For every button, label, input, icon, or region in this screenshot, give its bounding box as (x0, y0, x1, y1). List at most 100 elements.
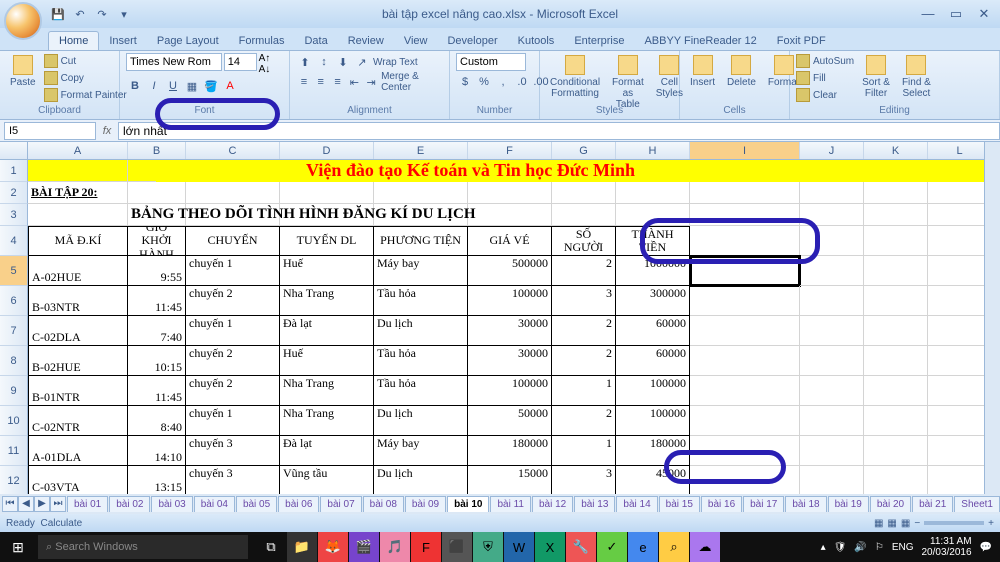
insert-cells-button[interactable]: Insert (686, 53, 719, 90)
cell[interactable] (800, 436, 864, 466)
zoom-out-icon[interactable]: − (914, 518, 920, 529)
taskbar-app-icon[interactable]: 📁 (287, 532, 317, 562)
cell[interactable]: 1 (552, 376, 616, 406)
cell[interactable] (928, 286, 992, 316)
notifications-icon[interactable]: 💬 (980, 542, 992, 553)
cell[interactable] (864, 346, 928, 376)
taskbar-app-icon[interactable]: F (411, 532, 441, 562)
col-header[interactable]: E (374, 142, 468, 159)
italic-button[interactable]: I (145, 77, 163, 95)
tab-abbyy[interactable]: ABBYY FineReader 12 (634, 32, 766, 50)
maximize-button[interactable]: ▭ (944, 6, 968, 22)
cell[interactable] (928, 346, 992, 376)
cell[interactable] (800, 376, 864, 406)
view-normal-icon[interactable]: ▦ (874, 518, 883, 529)
tray-up-icon[interactable]: ▴ (821, 542, 826, 553)
zoom-slider[interactable] (924, 521, 984, 525)
cell[interactable]: 9:55 (128, 256, 186, 286)
cell[interactable]: Nha Trang (280, 406, 374, 436)
qat-dropdown-icon[interactable]: ▾ (114, 4, 134, 24)
font-color-button[interactable]: A (221, 77, 239, 95)
cell[interactable]: 100000 (468, 376, 552, 406)
cell[interactable]: chuyến 2 (186, 346, 280, 376)
cell[interactable]: Đà lạt (280, 316, 374, 346)
cell[interactable] (928, 316, 992, 346)
cell[interactable]: Nha Trang (280, 376, 374, 406)
select-all-button[interactable] (0, 142, 28, 159)
cell[interactable] (864, 376, 928, 406)
orientation-button[interactable]: ↗ (353, 53, 371, 71)
cell[interactable]: SỐ NGƯỜI (552, 226, 616, 256)
fill-button[interactable]: Fill (796, 70, 854, 86)
task-view-icon[interactable]: ⧉ (256, 532, 286, 562)
copy-button[interactable]: Copy (44, 70, 127, 86)
col-header[interactable]: A (28, 142, 128, 159)
number-format-combo[interactable]: Custom (456, 53, 526, 71)
sheet-tab[interactable]: bài 21 (912, 496, 953, 512)
cell[interactable]: Du lịch (374, 466, 468, 496)
conditional-formatting-button[interactable]: Conditional Formatting (546, 53, 604, 101)
cell[interactable]: Huế (280, 256, 374, 286)
sheet-tab[interactable]: bài 08 (363, 496, 404, 512)
cell[interactable]: Nha Trang (280, 286, 374, 316)
tray-icon[interactable]: 🛡 (834, 542, 847, 553)
cell[interactable] (864, 286, 928, 316)
cell[interactable]: 100000 (468, 286, 552, 316)
taskbar-app-icon[interactable]: ☁ (690, 532, 720, 562)
col-header[interactable]: I (690, 142, 800, 159)
taskbar-app-icon[interactable]: 🎵 (380, 532, 410, 562)
cell[interactable]: CHUYẾN (186, 226, 280, 256)
cell[interactable]: 10:15 (128, 346, 186, 376)
tab-first-icon[interactable]: ⏮ (2, 496, 18, 512)
align-top-button[interactable]: ⬆ (296, 53, 314, 71)
cell[interactable]: 3 (552, 286, 616, 316)
tab-data[interactable]: Data (294, 32, 337, 50)
cell[interactable] (690, 204, 800, 226)
row-header[interactable]: 12 (0, 466, 28, 496)
cell[interactable] (800, 316, 864, 346)
taskbar-app-icon[interactable]: ⌕ (659, 532, 689, 562)
taskbar-app-icon[interactable]: ⛨ (473, 532, 503, 562)
cell[interactable]: 2 (552, 256, 616, 286)
row-header[interactable]: 1 (0, 160, 28, 182)
cell[interactable]: 1 (552, 436, 616, 466)
cell[interactable]: Máy bay (374, 256, 468, 286)
cell[interactable]: chuyến 3 (186, 466, 280, 496)
cell[interactable] (800, 182, 864, 204)
cell[interactable]: 11:45 (128, 376, 186, 406)
cell[interactable] (552, 182, 616, 204)
increase-decimal-button[interactable]: .0 (513, 73, 531, 91)
sheet-tab[interactable]: bài 18 (785, 496, 826, 512)
cell[interactable]: GIÁ VÉ (468, 226, 552, 256)
clear-button[interactable]: Clear (796, 87, 854, 103)
name-box[interactable]: I5 (4, 122, 96, 140)
undo-icon[interactable]: ↶ (70, 4, 90, 24)
col-header[interactable]: D (280, 142, 374, 159)
wrap-text-button[interactable]: Wrap Text (372, 53, 419, 71)
fill-color-button[interactable]: 🪣 (202, 77, 220, 95)
cell[interactable] (374, 182, 468, 204)
cell[interactable] (690, 256, 800, 286)
cell[interactable] (928, 256, 992, 286)
tab-insert[interactable]: Insert (99, 32, 147, 50)
cell[interactable]: chuyến 1 (186, 406, 280, 436)
sheet-tab[interactable]: Sheet1 (954, 496, 1000, 512)
view-break-icon[interactable]: ▦ (901, 518, 910, 529)
cell[interactable] (928, 466, 992, 496)
cell[interactable]: chuyến 2 (186, 376, 280, 406)
cell[interactable] (928, 204, 992, 226)
cell[interactable] (928, 226, 992, 256)
col-header[interactable]: K (864, 142, 928, 159)
cell[interactable] (800, 286, 864, 316)
col-header[interactable]: F (468, 142, 552, 159)
cell[interactable]: GIỜ KHỞI HÀNH (128, 226, 186, 256)
cell[interactable] (928, 376, 992, 406)
currency-button[interactable]: $ (456, 73, 474, 91)
cell[interactable]: chuyến 1 (186, 316, 280, 346)
cell[interactable] (800, 256, 864, 286)
cell[interactable]: A-02HUE (28, 256, 128, 286)
taskbar-app-icon[interactable]: e (628, 532, 658, 562)
cell[interactable]: chuyến 2 (186, 286, 280, 316)
cell[interactable]: chuyến 3 (186, 436, 280, 466)
cell[interactable]: Đà lạt (280, 436, 374, 466)
